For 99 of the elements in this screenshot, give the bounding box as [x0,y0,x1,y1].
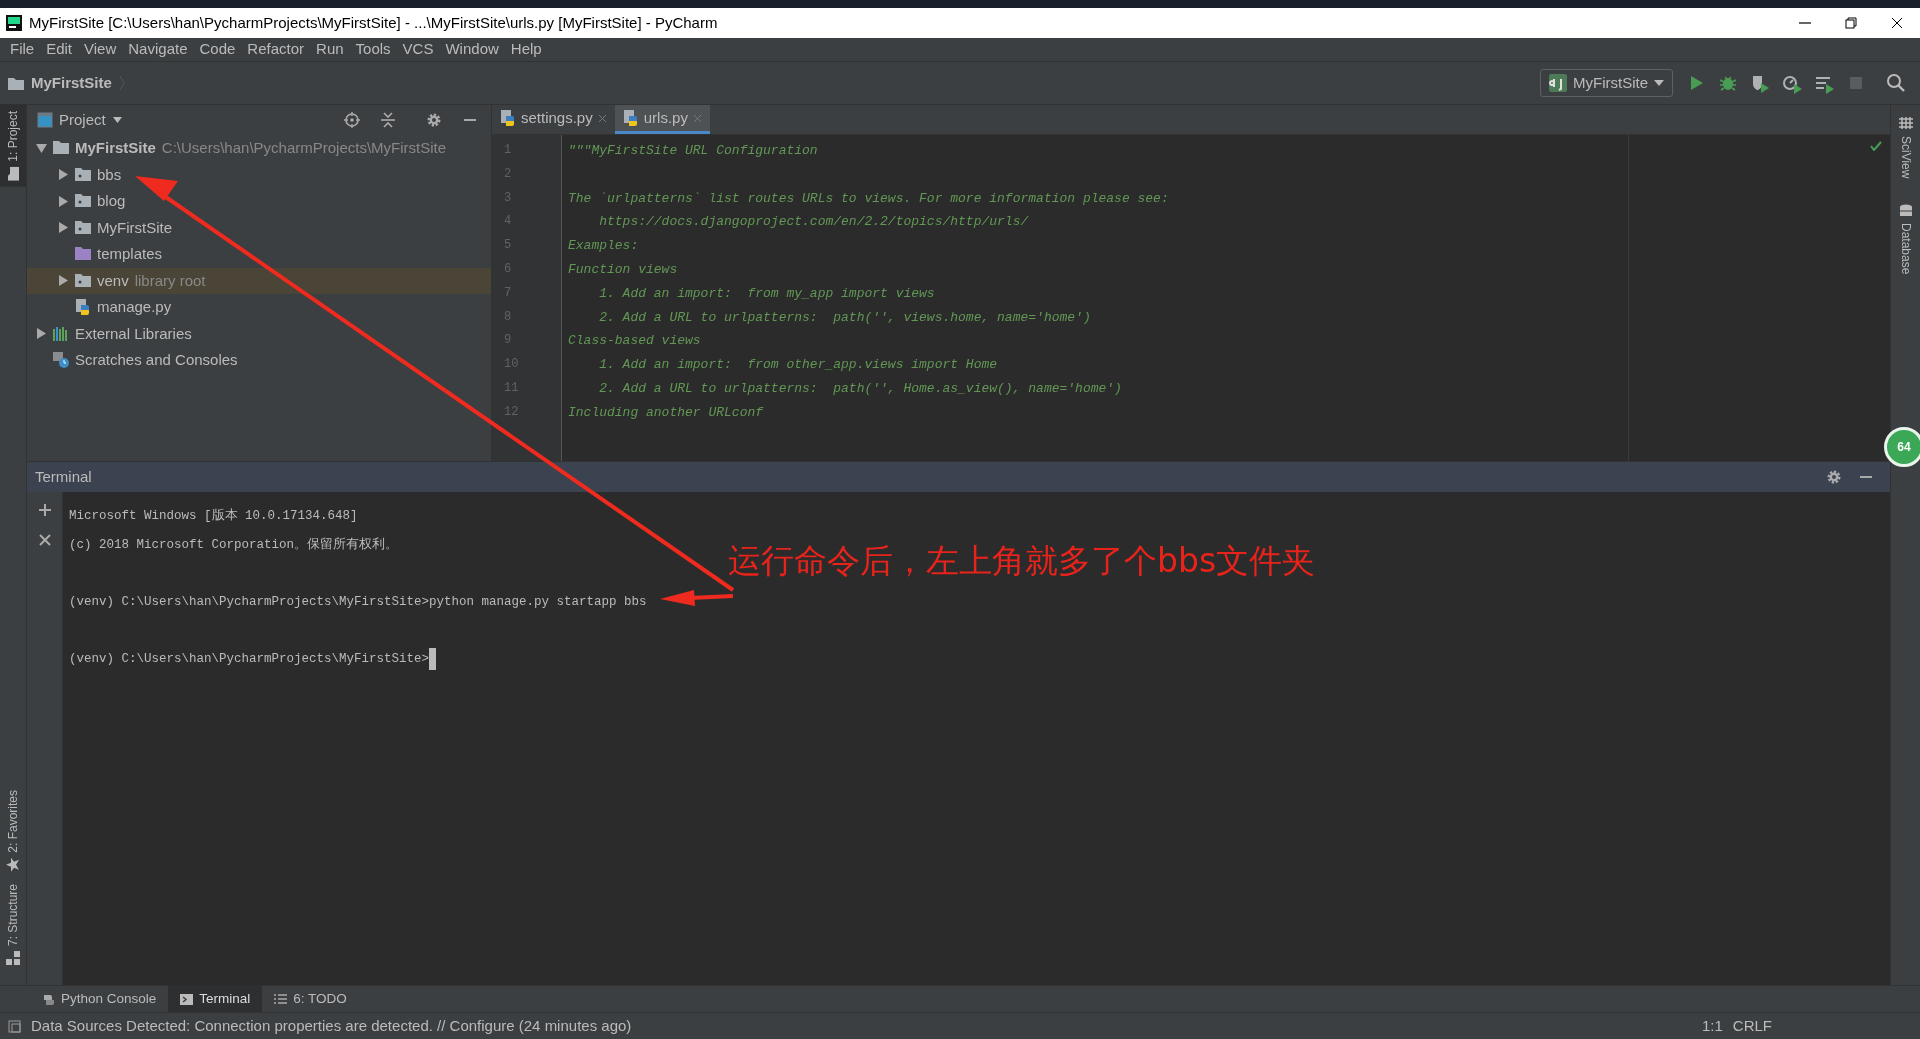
menu-item[interactable]: Run [310,38,350,61]
collapsed-arrow-icon[interactable] [57,222,69,234]
code-line: 1. Add an import: from my_app import views [598,285,935,301]
terminal-line: (c) 2018 Microsoft Corporation。保留所有权利。 [69,537,399,552]
collapsed-arrow-icon[interactable] [35,328,47,340]
todo-icon [274,992,288,1006]
folder-icon [75,246,91,263]
collapsed-arrow-icon[interactable] [57,195,69,207]
app-logo-icon [6,15,22,31]
code-line: """MyFirstSite URL Configuration [568,143,818,158]
tool-window-tab[interactable]: 7: Structure [0,877,26,971]
menu-item[interactable]: Help [504,38,548,61]
tree-item[interactable]: templates [27,241,491,268]
annotation-text: 运行命令后，左上角就多了个bbs文件夹 [728,541,1316,581]
check-icon [1870,141,1882,151]
settings-icon [1826,469,1842,485]
database-icon [1898,204,1913,219]
menu-item[interactable]: Navigate [122,38,194,61]
grid-icon [1898,117,1913,131]
tool-window-tab[interactable]: Database [1893,200,1918,279]
collapsed-arrow-icon[interactable] [57,169,69,181]
package-folder-icon [75,166,91,183]
menu-item[interactable]: File [4,38,41,61]
plus-icon [37,503,52,517]
folder-icon [8,76,24,90]
code-line: Including another URLconf [568,404,764,420]
file-tab[interactable]: urls.py [614,105,710,134]
run-configuration-dropdown[interactable]: MyFirstSite [1540,68,1673,98]
window-title: MyFirstSite [C:\Users\han\PycharmProjects\MyFirstSite] - ...\MyFirstSite\urls.py [MyFirstSite] - PyCharm [29,12,719,33]
code-line: 2. Add a URL to urlpatterns: path('', views.home, name='home') [598,309,1091,325]
tool-window-tab[interactable]: 1: Project [0,105,26,187]
tool-window-tab[interactable]: Python Console [30,984,169,1014]
close-icon [37,533,52,547]
terminal-line: (venv) C:\Users\han\PycharmProjects\MyFirstSite> [69,651,430,666]
star-icon [6,857,20,872]
menu-item[interactable]: View [78,38,123,61]
tree-item[interactable]: venv library root [27,267,491,294]
menu-item[interactable]: Refactor [241,38,311,61]
minimize-icon [1799,22,1811,24]
menu-item[interactable]: Edit [40,38,79,61]
folder-icon [53,140,69,157]
tool-window-tab[interactable]: 6: TODO [262,984,359,1014]
menu-item[interactable]: Tools [349,38,397,61]
menu-item[interactable]: VCS [396,38,440,61]
breadcrumb-item[interactable]: MyFirstSite [31,71,112,95]
minimize-icon [1860,476,1872,478]
code-line: The `urlpatterns` list routes URLs to views. For more information please see: [568,190,1169,206]
collapsed-arrow-icon[interactable] [57,275,69,287]
code-line: https://docs.djangoproject.com/en/2.2/topics/http/urls/ [598,214,1029,230]
collapse-icon [380,112,396,128]
tree-item[interactable]: Scratches and Consoles [27,347,491,374]
line-separator[interactable]: CRLF [1732,1014,1772,1038]
django-icon [1549,74,1567,92]
close-icon[interactable] [597,113,607,123]
expanded-arrow-icon[interactable] [35,142,47,154]
tool-window-tab[interactable]: 2: Favorites [0,784,26,878]
restore-icon [1843,15,1859,31]
code-line: 1. Add an import: from other_app.views import Home [598,357,998,373]
terminal-line: (venv) C:\Users\han\PycharmProjects\MyFirstSite>python manage.py startapp bbs [69,594,647,609]
file-tab[interactable]: settings.py [492,105,615,134]
code-line: 2. Add a URL to urlpatterns: path('', Home.as_view(), name='home') [598,380,1122,396]
python-file-icon [75,299,91,316]
python-file-icon [500,110,516,126]
cursor-position[interactable]: 1:1 [1701,1014,1723,1038]
minimize-icon [464,119,476,121]
python-icon [42,992,55,1006]
package-folder-icon [75,219,91,236]
panel-title: Terminal [35,466,92,487]
code-line: Class-based views [568,333,701,349]
code-line: Function views [568,262,678,277]
terminal-icon [180,992,194,1006]
code-line: Examples: [568,238,639,254]
package-folder-icon [75,272,91,289]
tree-item[interactable]: MyFirstSite [27,214,491,241]
settings-icon [426,112,442,128]
caret-icon [1654,80,1664,86]
panel-icon [37,112,53,128]
scratches-icon [53,352,69,369]
structure-icon [6,951,20,965]
terminal-line: Microsoft Windows [版本 10.0.17134.648] [69,509,358,523]
locate-icon [344,112,360,128]
tree-item[interactable]: External Libraries [27,320,491,347]
tree-item[interactable]: blog [27,188,491,215]
folder-icon [6,166,20,181]
menu-item[interactable]: Window [439,38,505,61]
close-icon [1889,15,1905,31]
library-icon [53,325,69,342]
search-icon [1885,72,1907,94]
tree-item[interactable]: bbs [27,161,491,188]
tool-window-tab[interactable]: SciView [1893,113,1918,183]
tree-item[interactable]: MyFirstSite C:\Users\han\PycharmProjects\MyFirstSite [27,135,491,162]
python-file-icon [622,110,639,126]
menu-item[interactable]: Code [193,38,242,61]
panel-icon[interactable] [8,1019,21,1033]
package-folder-icon [75,193,91,210]
view-selector-dropdown[interactable]: Project [59,108,122,132]
status-message: Data Sources Detected: Connection properties are detected. // Configure (24 minutes ago) [31,1015,633,1036]
caret-icon [112,117,122,123]
tree-item[interactable]: manage.py [27,294,491,321]
